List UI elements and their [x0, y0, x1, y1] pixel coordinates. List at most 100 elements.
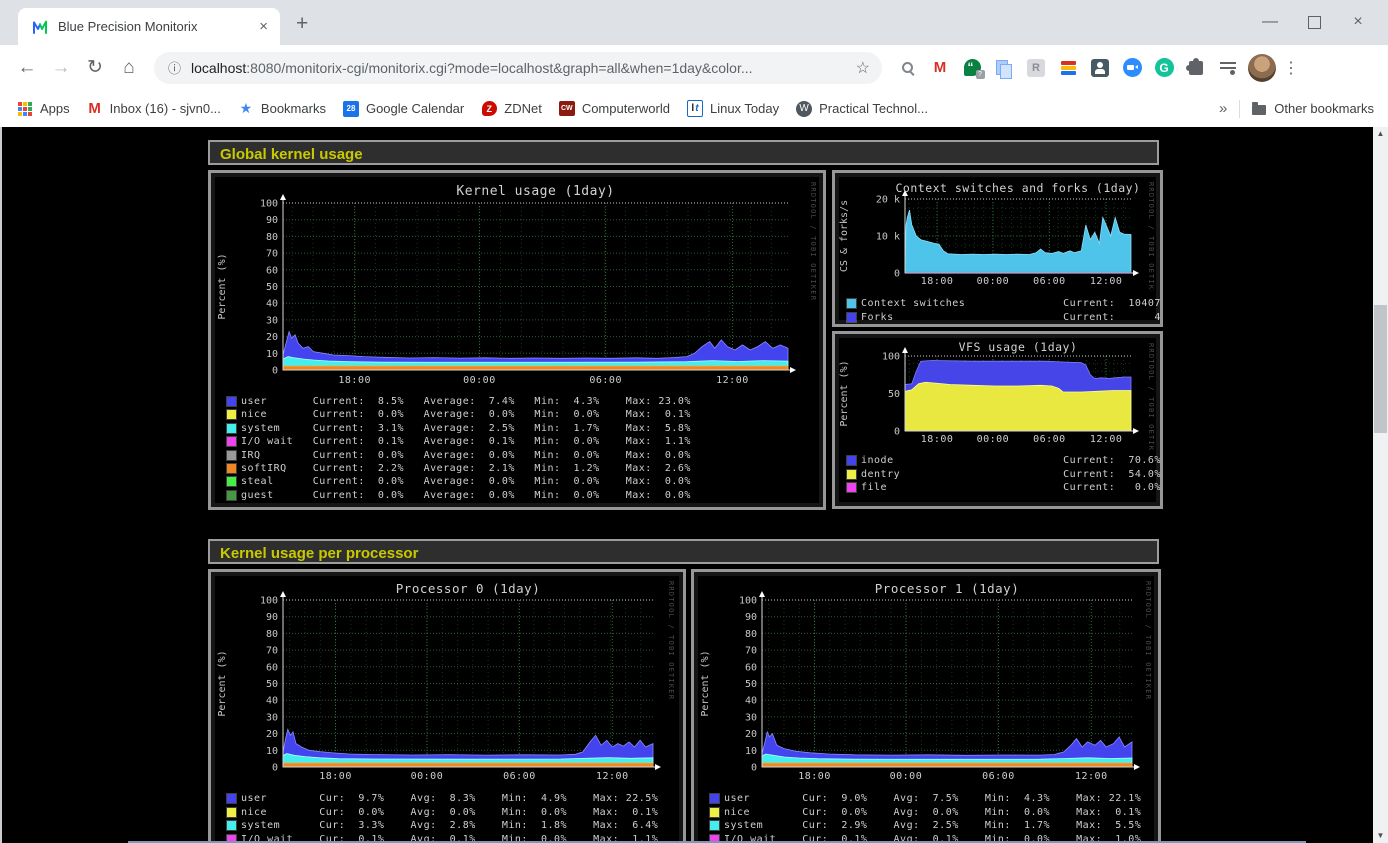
- legend-color-box: [847, 299, 856, 308]
- legend-text: nice Current: 0.0% Average: 0.0% Min: 0.…: [241, 409, 691, 420]
- back-button[interactable]: ←: [10, 57, 44, 79]
- section-title: Kernel usage per processor: [220, 545, 418, 562]
- playlist-icon[interactable]: [1215, 54, 1242, 81]
- close-button[interactable]: ×: [1336, 6, 1380, 38]
- svg-text:12:00: 12:00: [1090, 434, 1123, 445]
- legend-text: system Cur: 2.9% Avg: 2.5% Min: 1.7% Max…: [724, 820, 1141, 831]
- svg-text:30: 30: [266, 712, 278, 723]
- bookmark-icon-holder: ★: [238, 101, 254, 117]
- maximize-icon: [1308, 16, 1321, 29]
- scrollbar-down-icon[interactable]: ▼: [1373, 829, 1388, 843]
- scrollbar-thumb[interactable]: [1374, 305, 1387, 433]
- grid-dot: [18, 112, 22, 116]
- profile-avatar[interactable]: [1248, 54, 1276, 82]
- url-text[interactable]: localhost:8080/monitorix-cgi/monitorix.c…: [191, 60, 856, 76]
- book-bar: [1061, 66, 1076, 70]
- bookmark-star-icon[interactable]: ☆: [856, 58, 870, 78]
- svg-text:100: 100: [882, 352, 900, 363]
- kernel-usage-graph-image[interactable]: Kernel usage (1day)Percent (%)0102030405…: [215, 177, 819, 503]
- bookmark-google-calendar[interactable]: 28Google Calendar: [343, 101, 464, 117]
- search-extension-icon[interactable]: [895, 54, 922, 81]
- svg-text:0: 0: [272, 366, 278, 377]
- svg-text:00:00: 00:00: [890, 771, 923, 782]
- svg-text:RRDTOOL / TOBI OETIKER: RRDTOOL / TOBI OETIKER: [667, 581, 675, 700]
- copy-docs-icon[interactable]: [991, 54, 1018, 81]
- books-glyph: [1061, 61, 1076, 75]
- minimize-button[interactable]: —: [1248, 6, 1292, 38]
- legend-color-box: [227, 437, 236, 446]
- extensions-puzzle-icon[interactable]: [1183, 54, 1210, 81]
- url-path: :8080/monitorix-cgi/monitorix.cgi?mode=l…: [246, 60, 752, 76]
- svg-text:RRDTOOL / TOBI OETIKER: RRDTOOL / TOBI OETIKER: [1147, 182, 1155, 291]
- context-switches-graph-image[interactable]: Context switches and forks (1day)CS & fo…: [839, 177, 1156, 320]
- site-info-icon[interactable]: ⓘ: [168, 58, 181, 77]
- gmail-notifier-icon[interactable]: M: [927, 54, 954, 81]
- svg-text:12:00: 12:00: [716, 375, 749, 386]
- page-scrollbar[interactable]: ▲ ▼: [1373, 127, 1388, 843]
- reload-button[interactable]: ↻: [78, 56, 112, 79]
- scrollbar-up-icon[interactable]: ▲: [1373, 127, 1388, 141]
- maximize-button[interactable]: [1292, 6, 1336, 38]
- tab-monitorix[interactable]: Blue Precision Monitorix ×: [18, 8, 280, 45]
- new-tab-button[interactable]: +: [296, 12, 308, 36]
- legend-color-box: [710, 821, 719, 830]
- books-extension-icon[interactable]: [1055, 54, 1082, 81]
- context-switches-graph-panel: Context switches and forks (1day)CS & fo…: [832, 170, 1163, 327]
- bookmark-practical-technol-[interactable]: WPractical Technol...: [796, 101, 928, 117]
- svg-text:10: 10: [266, 349, 278, 360]
- bookmark-icon-holder: M: [87, 101, 103, 117]
- tab-strip: Blue Precision Monitorix × + — ×: [0, 0, 1388, 45]
- legend-color-box: [227, 808, 236, 817]
- bookmark-apps[interactable]: Apps: [17, 101, 70, 117]
- legend-row-forks: Forks Current: 4: [847, 312, 1161, 323]
- address-bar[interactable]: ⓘ localhost:8080/monitorix-cgi/monitorix…: [154, 52, 882, 84]
- session-manager-icon[interactable]: [1087, 54, 1114, 81]
- grid-dot: [23, 102, 27, 106]
- bookmark-label: Google Calendar: [366, 101, 464, 116]
- legend-row-inode: inode Current: 70.6%: [847, 455, 1161, 466]
- svg-text:100: 100: [260, 596, 278, 607]
- legend-row-nice: nice Current: 0.0% Average: 0.0% Min: 0.…: [227, 409, 691, 420]
- other-bookmarks-label[interactable]: Other bookmarks: [1274, 101, 1374, 116]
- legend-color-box: [227, 794, 236, 803]
- forward-button[interactable]: →: [44, 57, 78, 79]
- legend-color-box: [227, 410, 236, 419]
- book-bar: [1061, 61, 1076, 65]
- svg-text:18:00: 18:00: [921, 434, 954, 445]
- grid-dot: [28, 102, 32, 106]
- processor-1-graph-image[interactable]: Processor 1 (1day)Percent (%)01020304050…: [698, 576, 1154, 843]
- zoom-icon[interactable]: [1119, 54, 1146, 81]
- home-button[interactable]: ⌂: [112, 57, 146, 79]
- legend-color-box: [227, 477, 236, 486]
- svg-text:CS & forks/s: CS & forks/s: [839, 200, 850, 272]
- bookmark-computerworld[interactable]: CWComputerworld: [559, 101, 670, 117]
- reader-extension-icon[interactable]: R: [1023, 54, 1050, 81]
- svg-text:0: 0: [751, 763, 757, 774]
- bookmarks-overflow-icon[interactable]: »: [1219, 100, 1227, 117]
- vfs-usage-graph-image[interactable]: VFS usage (1day)Percent (%)05010018:0000…: [839, 338, 1156, 502]
- svg-text:0: 0: [894, 269, 900, 280]
- grammarly-icon[interactable]: G: [1151, 54, 1178, 81]
- svg-text:06:00: 06:00: [503, 771, 536, 782]
- processor-0-graph-image[interactable]: Processor 0 (1day)Percent (%)01020304050…: [215, 576, 679, 843]
- legend-text: user Cur: 9.0% Avg: 7.5% Min: 4.3% Max: …: [724, 793, 1141, 804]
- bookmark-linux-today[interactable]: ltLinux Today: [687, 101, 779, 117]
- svg-text:30: 30: [266, 315, 278, 326]
- browser-toolbar: ← → ↻ ⌂ ⓘ localhost:8080/monitorix-cgi/m…: [0, 45, 1388, 90]
- svg-text:12:00: 12:00: [596, 771, 629, 782]
- legend-row-user: user Cur: 9.0% Avg: 7.5% Min: 4.3% Max: …: [710, 793, 1141, 804]
- svg-text:Percent (%): Percent (%): [839, 360, 850, 426]
- bookmark-label: Linux Today: [710, 101, 779, 116]
- bookmarks-list: Apps MInbox (16) - sjvn0... ★Bookmarks 28Go…: [0, 101, 928, 117]
- svg-text:50: 50: [266, 679, 278, 690]
- browser-menu-icon[interactable]: ⋮: [1280, 58, 1302, 78]
- hangouts-icon[interactable]: [959, 54, 986, 81]
- tab-close-icon[interactable]: ×: [259, 18, 268, 35]
- bookmark-bookmarks[interactable]: ★Bookmarks: [238, 101, 326, 117]
- svg-text:20: 20: [266, 729, 278, 740]
- svg-text:40: 40: [745, 696, 757, 707]
- bookmark-icon-holder: [17, 101, 33, 117]
- proc0-graph-svg: Processor 0 (1day)Percent (%)01020304050…: [215, 576, 677, 786]
- bookmark-zdnet[interactable]: ZZDNet: [481, 101, 542, 117]
- bookmark-inbox-16-sjvn0-[interactable]: MInbox (16) - sjvn0...: [87, 101, 221, 117]
